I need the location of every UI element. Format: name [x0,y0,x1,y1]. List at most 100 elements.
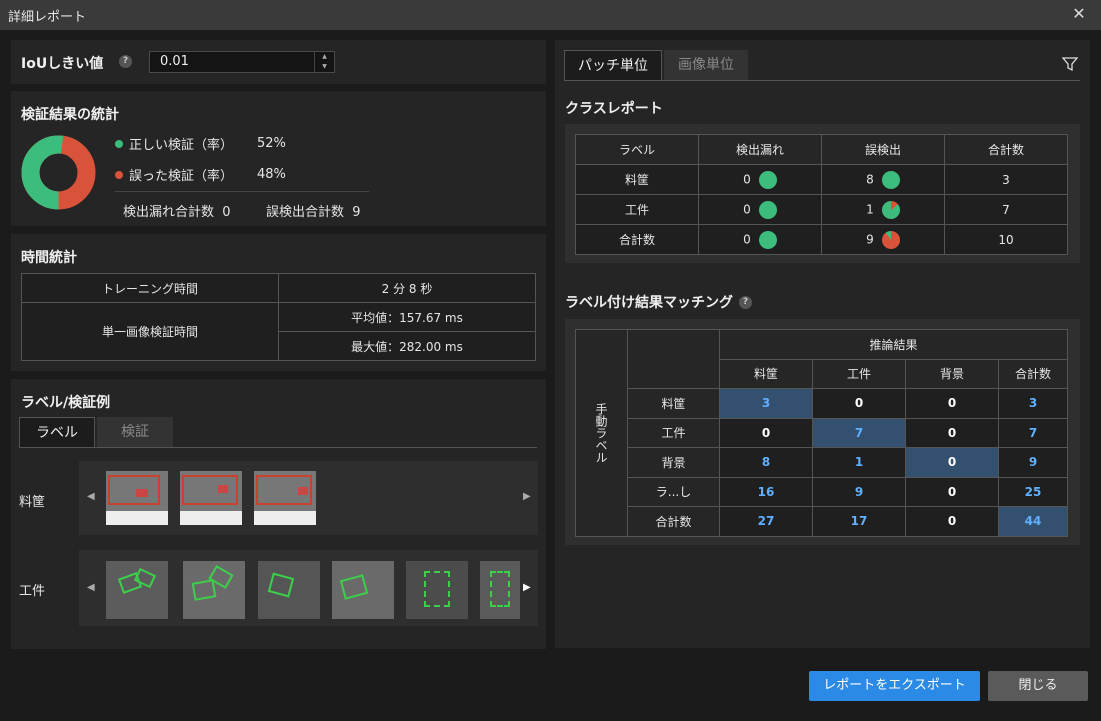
missed-count: 0 [743,172,751,186]
matrix-cell[interactable]: 44 [998,506,1068,537]
spin-up-icon[interactable]: ▲ [322,53,327,60]
tab-image[interactable]: 画像単位 [664,50,748,80]
col-header: 合計数 [944,134,1068,165]
matrix-cell[interactable]: 3 [719,388,813,419]
export-report-button[interactable]: レポートをエクスポート [809,671,980,701]
row-label-part: 工件 [19,584,46,599]
scroll-right-icon[interactable]: ▶ [523,582,531,593]
false-label: 誤検出合計数 [266,205,345,220]
tab-patch[interactable]: パッチ単位 [564,50,662,80]
scroll-right-icon[interactable]: ▶ [523,491,531,502]
missed-total: 検出漏れ合計数 0 [123,201,231,220]
divider [115,191,369,192]
col-header: 料筐 [719,358,813,389]
matrix-cell[interactable]: 0 [905,447,999,478]
scroll-left-icon[interactable]: ◀ [87,491,95,502]
matrix-cell[interactable]: 8 [719,447,813,478]
iou-threshold-input[interactable]: 0.01 ▲ ▼ [149,51,335,73]
thumbnail[interactable] [480,561,520,619]
matrix-cell[interactable]: 0 [905,388,999,419]
thumbnail[interactable] [183,561,245,619]
donut-chart [21,135,96,210]
false-cell: 8 [821,164,945,195]
col-header: 工件 [812,358,906,389]
pred-header: 推論結果 [719,329,1068,360]
row-label: 合計数 [627,506,720,537]
matrix-cell[interactable]: 9 [998,447,1068,478]
matrix-cell[interactable]: 9 [812,476,906,507]
false-count: 8 [866,172,874,186]
matrix-cell[interactable]: 7 [812,417,906,448]
thumbnail[interactable] [106,561,168,619]
missed-count: 0 [743,232,751,246]
corner-cell [627,329,720,389]
thumb-base [180,511,242,525]
thumbnail[interactable] [180,471,242,525]
row-label: 料筐 [627,388,720,419]
bbox-overlay [267,572,295,598]
total-cell: 7 [944,194,1068,225]
matrix-cell[interactable]: 0 [812,388,906,419]
col-header: 検出漏れ [698,134,822,165]
spin-arrows[interactable]: ▲ ▼ [314,52,334,72]
manual-label-cell: 手動ラベル [575,329,628,537]
matching-table: 手動ラベル 推論結果 料筐 工件 背景 合計数 料筐 3 0 0 3 工件 0 … [575,329,1068,537]
matrix-cell[interactable]: 27 [719,506,813,537]
examples-title: ラベル/検証例 [21,395,111,411]
class-table: ラベル 検出漏れ 誤検出 合計数 料筐 0 8 3 工件 0 1 7 合計数 0… [575,134,1068,255]
filter-icon[interactable] [1062,56,1078,72]
row-label: 工件 [627,417,720,448]
matrix-cell[interactable]: 1 [812,447,906,478]
bbox-overlay [424,571,450,607]
matrix-cell[interactable]: 16 [719,476,813,507]
close-icon[interactable]: ✕ [1069,4,1089,24]
row-label: ラ...し [627,476,720,507]
thumb-base [254,511,316,525]
matching-box: 手動ラベル 推論結果 料筐 工件 背景 合計数 料筐 3 0 0 3 工件 0 … [565,319,1080,545]
manual-label: 手動ラベル [594,402,608,463]
matrix-row: 合計数 27 17 0 44 [576,506,1068,537]
class-report-box: ラベル 検出漏れ 誤検出 合計数 料筐 0 8 3 工件 0 1 7 合計数 0… [565,124,1080,263]
matrix-cell[interactable]: 7 [998,417,1068,448]
help-icon[interactable]: ? [739,296,752,309]
thumbnail[interactable] [106,471,168,525]
false-count: 9 [866,232,874,246]
matrix-cell[interactable]: 17 [812,506,906,537]
matrix-cell[interactable]: 0 [905,417,999,448]
thumbnail[interactable] [332,561,394,619]
matrix-cell[interactable]: 0 [905,476,999,507]
thumbnail[interactable] [254,471,316,525]
wrong-value: 48% [257,167,286,182]
col-header: 誤検出 [821,134,945,165]
time-title: 時間統計 [21,250,77,266]
missed-cell: 0 [698,164,822,195]
help-icon[interactable]: ? [119,55,132,68]
false-cell: 1 [821,194,945,225]
matching-title: ラベル付け結果マッチング [565,295,733,311]
bbox-overlay [108,475,160,505]
total-cell: 3 [944,164,1068,195]
matrix-cell[interactable]: 3 [998,388,1068,419]
thumb-base [106,511,168,525]
pie-icon [758,230,777,249]
bbox-overlay [182,475,238,505]
tab-label[interactable]: ラベル [19,417,95,447]
stats-panel: 検証結果の統計 正しい検証（率） 52% 誤った検証（率） 48% 検出漏れ合計… [11,91,546,226]
matrix-cell[interactable]: 0 [905,506,999,537]
thumbnail[interactable] [258,561,320,619]
missed-cell: 0 [698,194,822,225]
scroll-left-icon[interactable]: ◀ [87,582,95,593]
max-value: 最大値：282.00 ms [278,331,536,361]
row-label: 工件 [575,194,699,225]
thumbnail[interactable] [406,561,468,619]
close-button[interactable]: 閉じる [988,671,1088,701]
matrix-cell[interactable]: 25 [998,476,1068,507]
title-bar: 詳細レポート ✕ [0,0,1101,30]
matrix-cell[interactable]: 0 [719,417,813,448]
col-header: 合計数 [998,358,1068,389]
wrong-label: 誤った検証（率） [129,169,234,184]
tab-verify[interactable]: 検証 [97,417,173,447]
thumb-object [298,487,308,495]
spin-down-icon[interactable]: ▼ [322,63,327,70]
time-panel: 時間統計 トレーニング時間 2 分 8 秒 単一画像検証時間 平均値：157.6… [11,234,546,371]
